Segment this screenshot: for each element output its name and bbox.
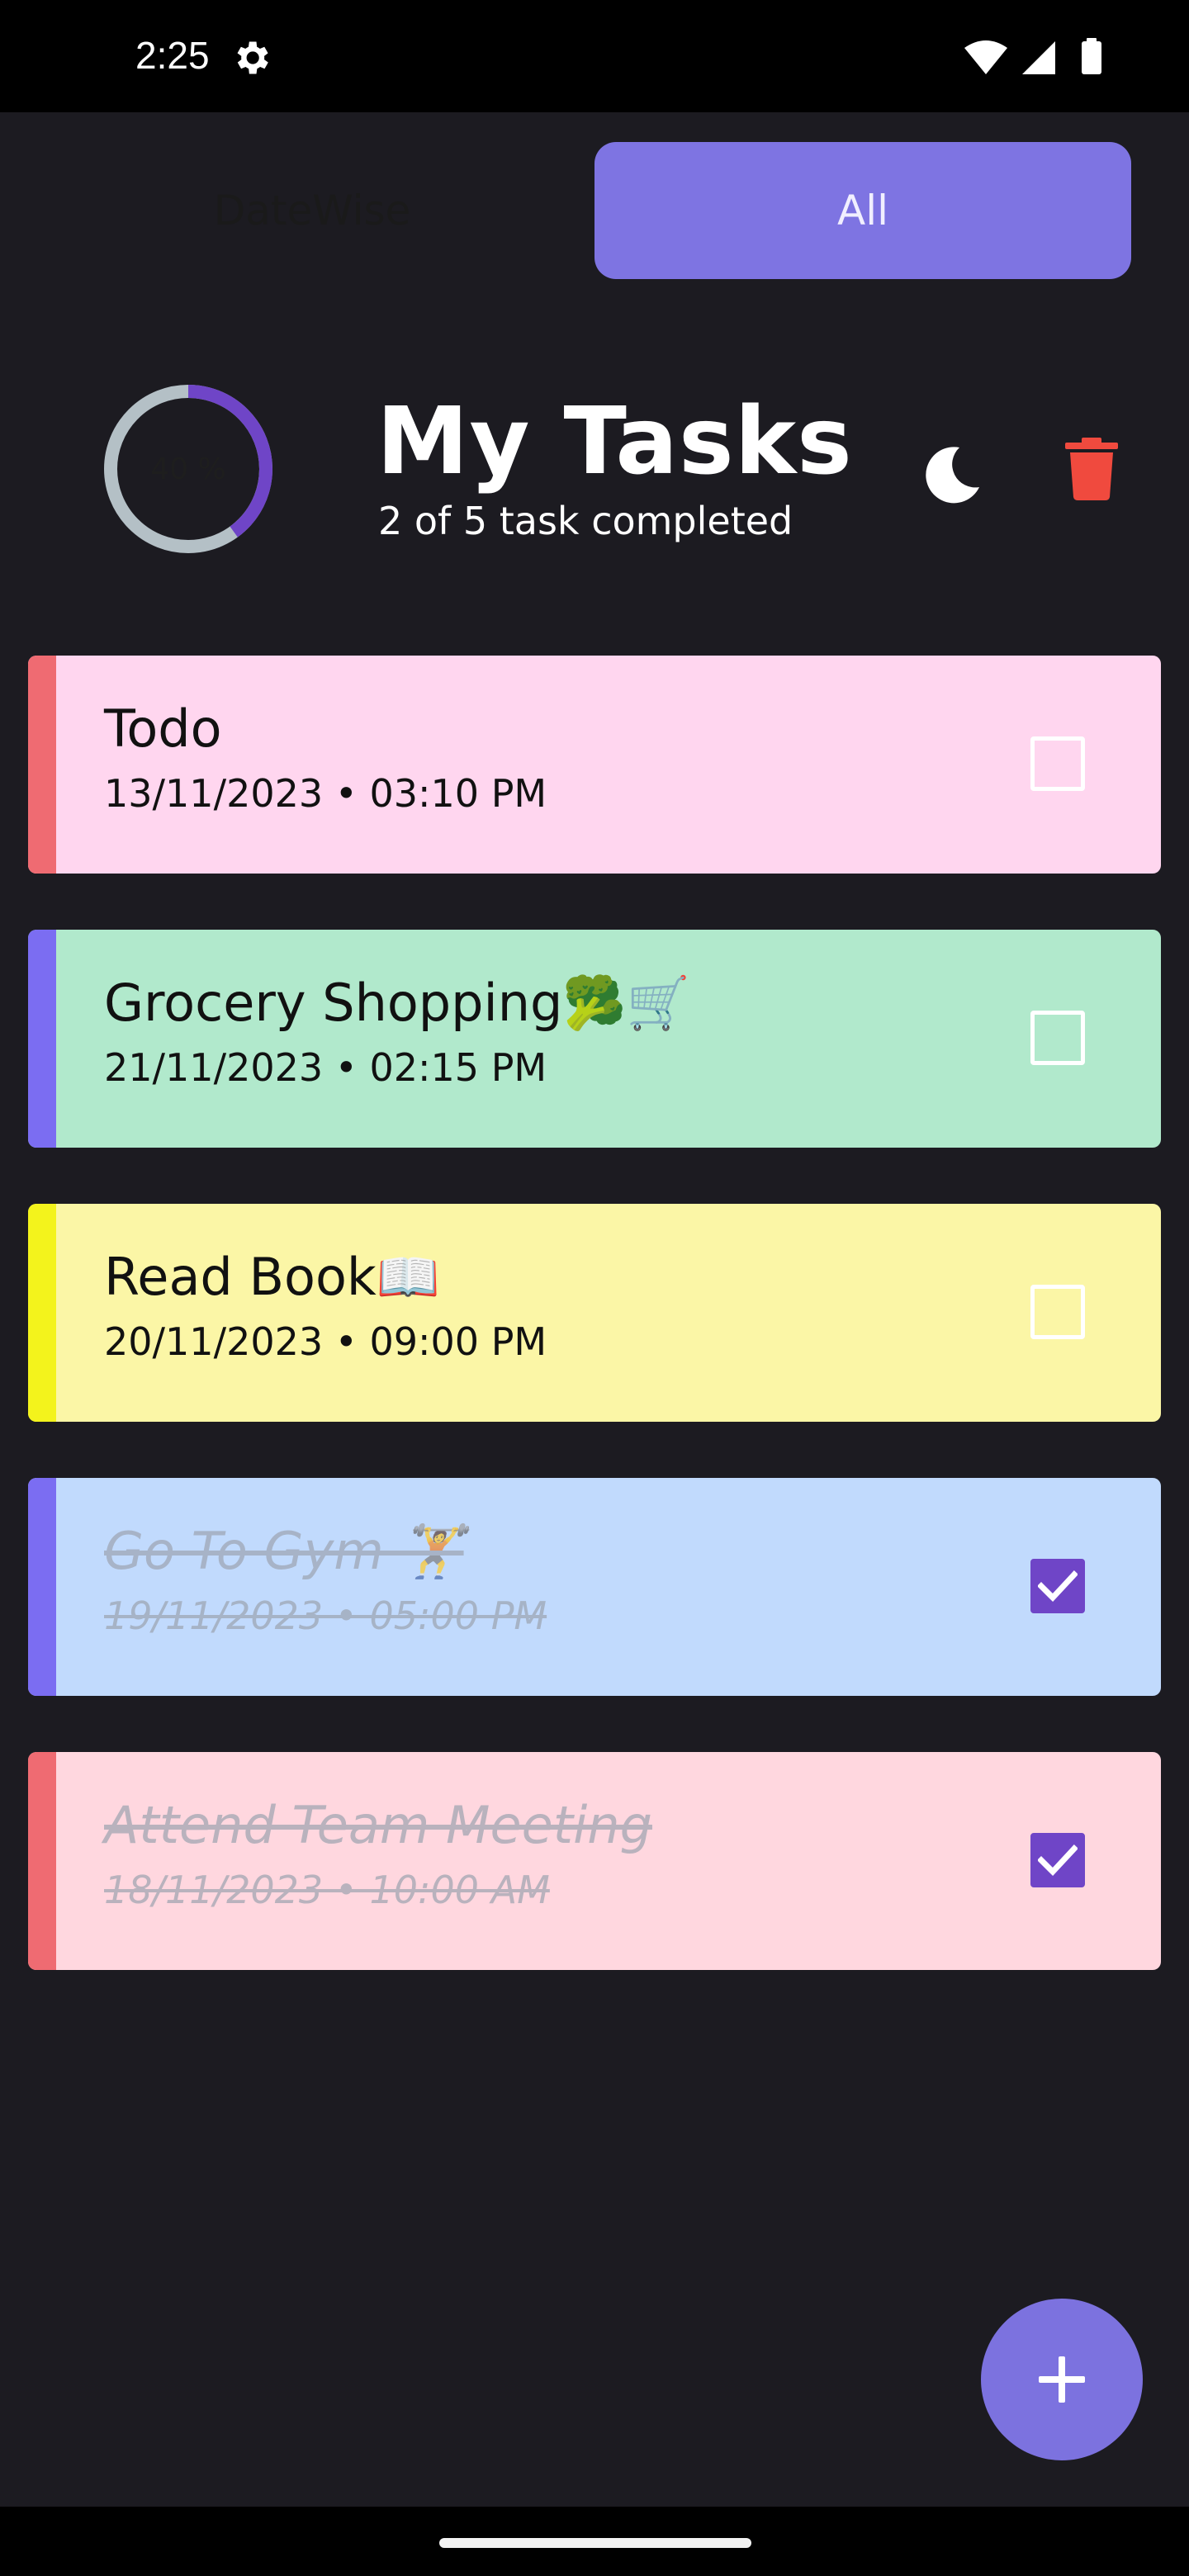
task-card[interactable]: Grocery Shopping🥦🛒 21/11/2023 • 02:15 PM: [28, 930, 1161, 1148]
task-checkbox[interactable]: [1030, 1285, 1085, 1339]
navigation-bar: [0, 2507, 1189, 2576]
task-datetime: 20/11/2023 • 09:00 PM: [104, 1319, 547, 1364]
system-status-icons: [964, 38, 1101, 74]
gear-icon: [237, 41, 268, 74]
plus-icon: [1039, 2356, 1085, 2403]
task-accent-bar: [28, 930, 56, 1148]
task-datetime: 19/11/2023 • 05:00 PM: [104, 1593, 547, 1638]
task-card[interactable]: Go To Gym 🏋 19/11/2023 • 05:00 PM: [28, 1478, 1161, 1696]
task-accent-bar: [28, 656, 56, 874]
task-name: Todo: [104, 698, 222, 759]
task-datetime: 18/11/2023 • 10:00 AM: [104, 1868, 550, 1912]
task-name: Go To Gym 🏋: [104, 1521, 464, 1581]
task-checkbox[interactable]: [1030, 1833, 1085, 1887]
tasks-completed-summary: 2 of 5 task completed: [378, 499, 793, 543]
task-datetime: 21/11/2023 • 02:15 PM: [104, 1045, 547, 1090]
task-name: Grocery Shopping🥦🛒: [104, 973, 690, 1033]
status-time: 2:25: [135, 34, 210, 77]
wifi-icon: [964, 40, 1007, 74]
task-card[interactable]: Attend Team Meeting 18/11/2023 • 10:00 A…: [28, 1752, 1161, 1970]
check-icon: [1038, 1570, 1078, 1603]
home-gesture-handle[interactable]: [439, 2538, 751, 2548]
task-card[interactable]: Todo 13/11/2023 • 03:10 PM: [28, 656, 1161, 874]
progress-label: 40 %: [150, 452, 226, 486]
task-accent-bar: [28, 1204, 56, 1422]
tab-datewise[interactable]: DateWise: [53, 142, 571, 279]
task-accent-bar: [28, 1478, 56, 1696]
task-datetime: 13/11/2023 • 03:10 PM: [104, 771, 547, 816]
task-accent-bar: [28, 1752, 56, 1970]
task-checkbox[interactable]: [1030, 1559, 1085, 1613]
tab-all[interactable]: All: [594, 142, 1131, 279]
page-title: My Tasks: [377, 388, 853, 495]
task-checkbox[interactable]: [1030, 736, 1085, 791]
battery-icon: [1082, 41, 1101, 74]
signal-icon: [1022, 41, 1055, 74]
add-task-button[interactable]: [981, 2299, 1143, 2460]
status-bar: 2:25: [0, 0, 1189, 112]
moon-icon[interactable]: [921, 443, 984, 505]
trash-icon[interactable]: [1065, 438, 1118, 500]
task-checkbox[interactable]: [1030, 1011, 1085, 1065]
check-icon: [1038, 1844, 1078, 1877]
task-card[interactable]: Read Book📖 20/11/2023 • 09:00 PM: [28, 1204, 1161, 1422]
view-tabs: DateWise All: [53, 142, 1131, 279]
task-name: Attend Team Meeting: [104, 1795, 652, 1855]
task-name: Read Book📖: [104, 1247, 440, 1307]
